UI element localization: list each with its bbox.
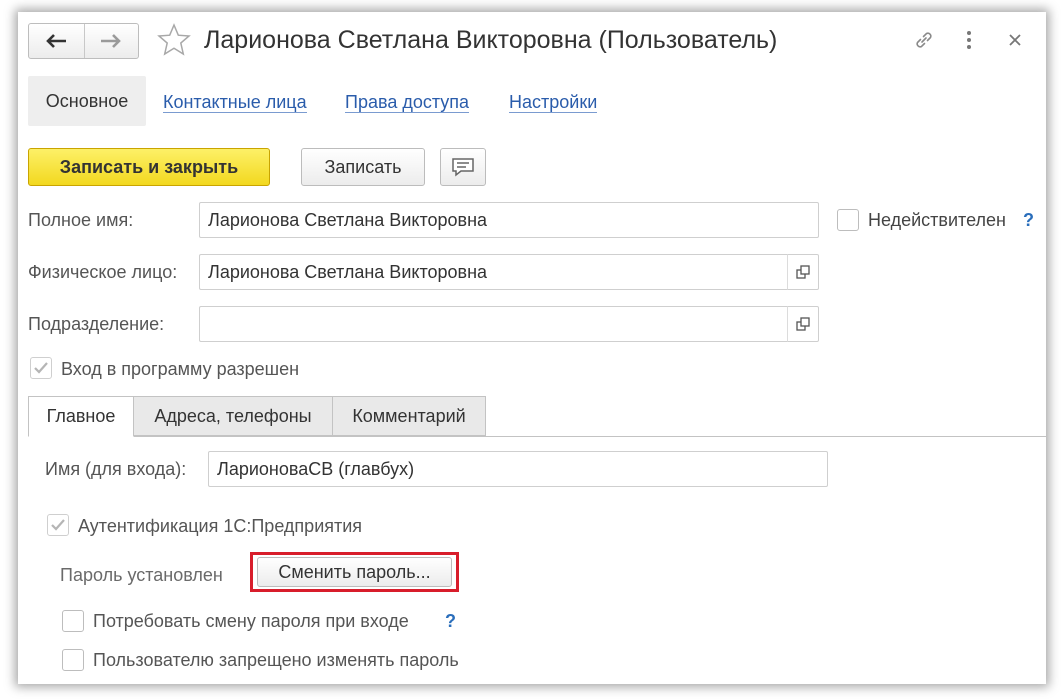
section-link-contacts[interactable]: Контактные лица	[163, 92, 307, 113]
require-change-checkbox[interactable]	[62, 610, 84, 632]
forbid-change-label: Пользователю запрещено изменять пароль	[93, 650, 459, 670]
auth-1c-label: Аутентификация 1С:Предприятия	[78, 516, 363, 536]
person-label: Физическое лицо:	[28, 262, 178, 282]
back-button[interactable]	[29, 24, 84, 58]
forbid-change-checkbox[interactable]	[62, 649, 84, 671]
person-field[interactable]: Ларионова Светлана Викторовна	[199, 254, 789, 290]
inactive-checkbox[interactable]	[837, 209, 859, 231]
login-allowed-label: Вход в программу разрешен	[61, 359, 300, 379]
section-main[interactable]: Основное	[28, 76, 146, 126]
full-name-label: Полное имя:	[28, 210, 134, 230]
speech-bubble-icon	[452, 158, 474, 177]
highlight-frame	[250, 552, 459, 592]
comment-button[interactable]	[440, 148, 486, 186]
login-name-field[interactable]: ЛарионоваСВ (главбух)	[208, 451, 828, 487]
open-form-icon	[796, 265, 810, 279]
tab-main[interactable]: Главное	[28, 396, 134, 437]
tab-addresses-phones[interactable]: Адреса, телефоны	[133, 396, 333, 436]
open-form-icon	[796, 317, 810, 331]
close-icon[interactable]	[1001, 26, 1029, 54]
inactive-help-icon[interactable]: ?	[1023, 210, 1034, 231]
require-change-help-icon[interactable]: ?	[445, 611, 456, 632]
login-name-label: Имя (для входа):	[45, 459, 187, 479]
checkmark-icon	[51, 519, 65, 531]
save-button[interactable]: Записать	[301, 148, 425, 186]
arrow-right-icon	[101, 34, 122, 48]
department-label: Подразделение:	[28, 314, 165, 334]
tab-comment[interactable]: Комментарий	[332, 396, 486, 436]
save-and-close-button[interactable]: Записать и закрыть	[28, 148, 270, 186]
favorite-star-icon[interactable]	[156, 22, 192, 58]
inactive-label: Недействителен	[868, 210, 1006, 230]
navigation-buttons	[28, 23, 139, 59]
checkmark-icon	[34, 362, 48, 374]
window-title: Ларионова Светлана Викторовна (Пользоват…	[204, 26, 778, 54]
department-field[interactable]	[199, 306, 789, 342]
user-form-window: Ларионова Светлана Викторовна (Пользоват…	[18, 12, 1046, 684]
person-open-button[interactable]	[787, 254, 819, 290]
require-change-label: Потребовать смену пароля при входе	[93, 611, 409, 631]
tab-divider	[28, 436, 1046, 437]
section-link-access-rights[interactable]: Права доступа	[345, 92, 470, 113]
full-name-field[interactable]: Ларионова Светлана Викторовна	[199, 202, 819, 238]
department-open-button[interactable]	[787, 306, 819, 342]
section-link-settings[interactable]: Настройки	[509, 92, 598, 113]
password-status-label: Пароль установлен	[60, 565, 223, 585]
auth-1c-checkbox[interactable]	[47, 514, 69, 536]
link-icon[interactable]	[910, 26, 938, 54]
login-allowed-checkbox[interactable]	[30, 357, 52, 379]
arrow-left-icon	[46, 34, 67, 48]
forward-button[interactable]	[83, 24, 139, 58]
more-menu-icon[interactable]	[955, 26, 983, 54]
